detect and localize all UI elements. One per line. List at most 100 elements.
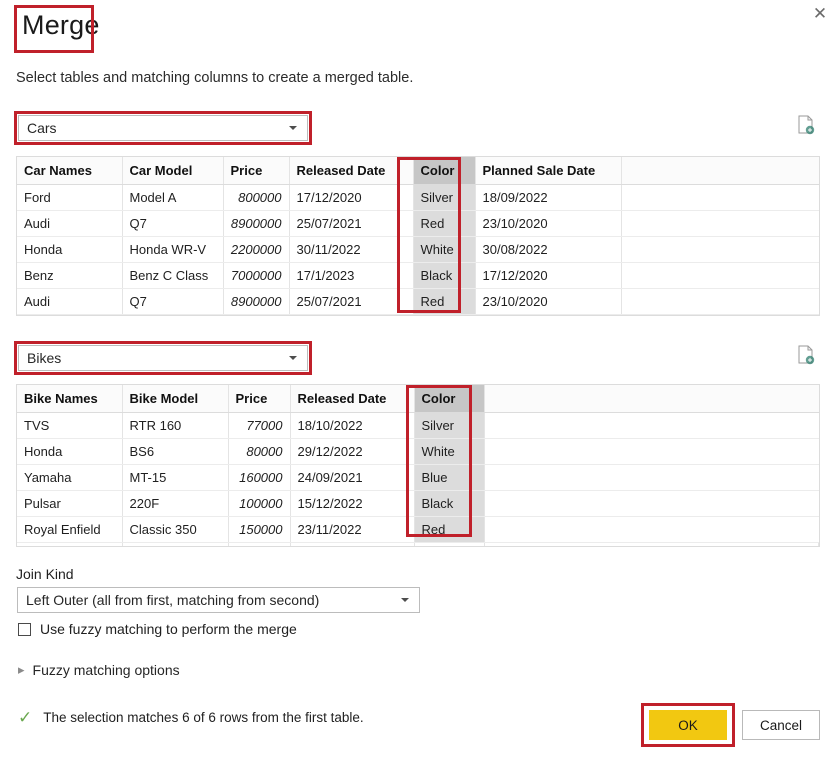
table-cell: 18/10/2022 [290, 412, 415, 439]
table-cell-empty [413, 314, 476, 315]
column-header[interactable]: Bike Model [122, 385, 229, 413]
table-header-row: Bike Names Bike Model Price Released Date Co… [17, 385, 819, 413]
table-cell: Benz [17, 262, 123, 289]
column-header[interactable]: Released Date [290, 385, 415, 413]
table-cell: Pulsar [17, 490, 123, 517]
table-cell-empty [17, 314, 123, 315]
table-cell: 17/12/2020 [289, 184, 414, 211]
table-cell: 30/08/2022 [475, 236, 622, 263]
table-cell-empty [621, 314, 819, 315]
table-cell: Silver [413, 184, 476, 211]
table-cell: 2200000 [223, 236, 290, 263]
table-cell: 80000 [228, 438, 291, 465]
column-header[interactable]: Planned Sale Date [475, 157, 622, 185]
table-cell: 23/11/2022 [290, 516, 415, 543]
first-table-selector-value: Cars [27, 120, 57, 136]
table-cell: 15/12/2022 [290, 490, 415, 517]
merge-dialog: ✕ Merge Select tables and matching colum… [0, 0, 837, 764]
column-header[interactable]: Car Model [122, 157, 224, 185]
table-header-row: Car Names Car Model Price Released Date Colo… [17, 157, 819, 185]
table-cell: Benz C Class [122, 262, 224, 289]
table-cell: 160000 [228, 464, 291, 491]
second-table-selector-value: Bikes [27, 350, 62, 366]
table-row: Benz Benz C Class 7000000 17/1/2023 Black 17/… [17, 262, 819, 289]
table-cell-filler [484, 412, 819, 439]
second-table-grid: Bike Names Bike Model Price Released Date Co… [17, 385, 819, 546]
column-header[interactable]: Bike Names [17, 385, 123, 413]
column-header[interactable]: Price [223, 157, 290, 185]
table-cell: Ford [17, 184, 123, 211]
table-cell: RTR 160 [122, 412, 229, 439]
column-header[interactable]: Car Names [17, 157, 123, 185]
chevron-down-icon [289, 356, 297, 360]
table-row: Yamaha MT-15 160000 24/09/2021 Blue [17, 464, 819, 491]
table-cell: MT-15 [122, 464, 229, 491]
table-row-empty [17, 314, 819, 315]
column-header[interactable]: Color [413, 157, 476, 185]
table-row: Pulsar 220F 100000 15/12/2022 Black [17, 490, 819, 517]
fuzzy-matching-checkbox[interactable]: Use fuzzy matching to perform the merge [18, 621, 297, 637]
table-cell: 77000 [228, 412, 291, 439]
table-cell-empty [17, 542, 123, 546]
table-row: Royal Enfield Classic 350 150000 23/11/2022… [17, 516, 819, 543]
table-cell-filler [621, 210, 819, 237]
table-cell: Audi [17, 288, 123, 315]
table-cell: 23/10/2020 [475, 210, 622, 237]
table-cell: Yamaha [17, 464, 123, 491]
table-cell-empty [289, 314, 414, 315]
table-cell-empty [228, 542, 291, 546]
page-title: Merge [22, 10, 100, 40]
table-cell: TVS [17, 412, 123, 439]
chevron-down-icon [289, 126, 297, 130]
table-cell-empty [475, 314, 622, 315]
table-cell: 8900000 [223, 288, 290, 315]
table-row: Honda Honda WR-V 2200000 30/11/2022 White 30/… [17, 236, 819, 263]
second-table-preview-icon[interactable] [795, 344, 817, 366]
table-cell: 25/07/2021 [289, 288, 414, 315]
table-cell-empty [223, 314, 290, 315]
table-cell-empty [122, 314, 224, 315]
second-table-selector[interactable]: Bikes [18, 345, 308, 371]
table-cell: Honda [17, 236, 123, 263]
table-cell: Q7 [122, 288, 224, 315]
fuzzy-matching-options-expander[interactable]: ▸ Fuzzy matching options [18, 662, 180, 678]
table-cell: Blue [414, 464, 485, 491]
chevron-right-icon: ▸ [18, 662, 25, 677]
column-header[interactable]: Color [414, 385, 485, 413]
table-cell: Audi [17, 210, 123, 237]
table-cell: 8900000 [223, 210, 290, 237]
first-table-selector[interactable]: Cars [18, 115, 308, 141]
table-cell: Royal Enfield [17, 516, 123, 543]
table-cell: Red [414, 516, 485, 543]
table-cell-filler [484, 490, 819, 517]
join-kind-select[interactable]: Left Outer (all from first, matching fro… [17, 587, 420, 613]
table-cell: 7000000 [223, 262, 290, 289]
fuzzy-matching-options-label: Fuzzy matching options [32, 662, 180, 678]
table-cell: 17/1/2023 [289, 262, 414, 289]
status-message: ✓ The selection matches 6 of 6 rows from… [18, 709, 364, 726]
column-header-filler [484, 385, 819, 413]
close-icon[interactable]: ✕ [809, 2, 831, 24]
table-cell-empty [122, 542, 229, 546]
table-cell: 100000 [228, 490, 291, 517]
table-cell: Silver [414, 412, 485, 439]
table-row: Audi Q7 8900000 25/07/2021 Red 23/10/2020 [17, 210, 819, 237]
cancel-button[interactable]: Cancel [742, 710, 820, 740]
table-cell: 23/10/2020 [475, 288, 622, 315]
table-cell: 29/12/2022 [290, 438, 415, 465]
table-cell: White [414, 438, 485, 465]
column-header[interactable]: Released Date [289, 157, 414, 185]
table-cell: Q7 [122, 210, 224, 237]
column-header-filler [621, 157, 819, 185]
first-table-grid: Car Names Car Model Price Released Date Colo… [17, 157, 819, 315]
table-cell-empty [414, 542, 485, 546]
ok-button[interactable]: OK [649, 710, 727, 740]
table-cell: Black [414, 490, 485, 517]
table-cell: 150000 [228, 516, 291, 543]
column-header[interactable]: Price [228, 385, 291, 413]
table-cell: 17/12/2020 [475, 262, 622, 289]
table-cell: 30/11/2022 [289, 236, 414, 263]
table-cell: 800000 [223, 184, 290, 211]
first-table-preview-icon[interactable] [795, 114, 817, 136]
table-row-empty [17, 542, 819, 546]
